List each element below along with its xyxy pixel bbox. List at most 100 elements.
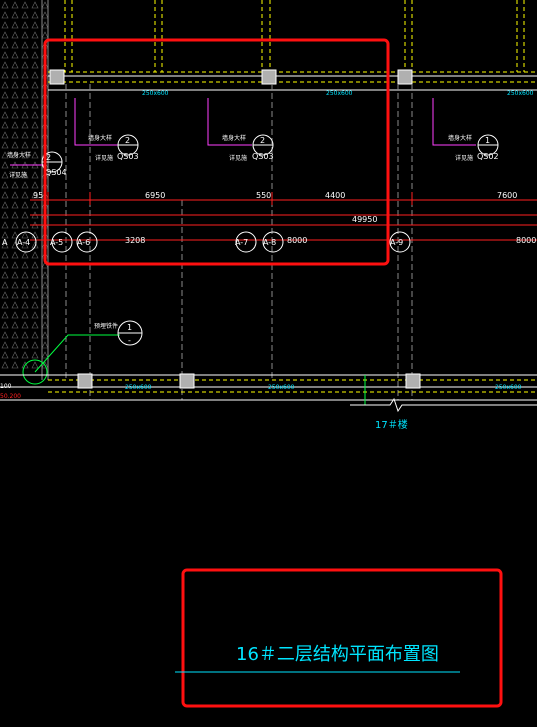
- hatch-mark: [21, 141, 29, 149]
- hatch-mark: [41, 281, 49, 289]
- hatch-mark: [11, 211, 19, 219]
- hatch-mark: [1, 41, 9, 49]
- callout-3-ref: QS02: [477, 152, 499, 161]
- hatch-mark: [31, 131, 39, 139]
- hatch-mark: [11, 201, 19, 209]
- hatch-mark: [21, 81, 29, 89]
- hatch-mark: [1, 101, 9, 109]
- hatch-mark: [21, 51, 29, 59]
- hatch-mark: [31, 1, 39, 9]
- beam-label-top-right: 250x600: [507, 90, 534, 97]
- hatch-mark: [1, 301, 9, 309]
- callout-4-note2: 详见施: [9, 171, 27, 179]
- hatch-mark: [11, 291, 19, 299]
- hatch-mark: [11, 1, 19, 9]
- callout-2-ref: QS03: [252, 152, 274, 161]
- beam-label-top-mid: 250x600: [326, 90, 353, 97]
- dim-8000-b: 8000: [516, 236, 536, 245]
- hatch-mark: [21, 351, 29, 359]
- hatch-mark: [11, 31, 19, 39]
- hatch-mark: [11, 311, 19, 319]
- dim-7600: 7600: [497, 191, 517, 200]
- hatch-mark: [1, 111, 9, 119]
- hatch-mark: [31, 121, 39, 129]
- hatch-mark: [1, 291, 9, 299]
- hatch-mark: [1, 81, 9, 89]
- hatch-mark: [21, 251, 29, 259]
- hatch-mark: [11, 61, 19, 69]
- dim-total: 49950: [352, 215, 377, 224]
- hatch-mark: [31, 141, 39, 149]
- hatch-mark: [21, 11, 29, 19]
- hatch-mark: [11, 91, 19, 99]
- hatch-mark: [1, 361, 9, 369]
- level-mark: 50.200: [0, 393, 21, 400]
- section-callout-1: 2 QS03 墙身大样 详见施: [88, 134, 139, 162]
- hatch-mark: [31, 301, 39, 309]
- callout-4-note1: 墙身大样: [7, 151, 31, 159]
- hatch-mark: [21, 31, 29, 39]
- callout-3-note2: 详见施: [455, 154, 473, 162]
- hatch-mark: [21, 301, 29, 309]
- hatch-mark: [31, 341, 39, 349]
- callout-2-note2: 详见施: [229, 154, 247, 162]
- beam-label-top-left: 250x600: [142, 90, 169, 97]
- cad-drawing-canvas[interactable]: 250x600 250x600 250x600 2 QS03 墙身大样 详见施 …: [0, 0, 537, 727]
- hatch-mark: [21, 341, 29, 349]
- hatch-mark: [41, 271, 49, 279]
- hatch-mark: [11, 101, 19, 109]
- hatch-mark: [31, 21, 39, 29]
- hatch-mark: [11, 281, 19, 289]
- hatch-mark: [1, 31, 9, 39]
- callout-1-note2: 详见施: [95, 154, 113, 162]
- hatch-mark: [31, 291, 39, 299]
- detail-callout-num: 1: [127, 323, 132, 332]
- hatch-mark: [11, 111, 19, 119]
- beam-label-bottom-left: 250x600: [125, 384, 152, 391]
- hatch-mark: [11, 361, 19, 369]
- hatch-mark: [21, 131, 29, 139]
- hatch-mark: [41, 301, 49, 309]
- hatch-mark: [11, 41, 19, 49]
- dimension-lines: [30, 192, 537, 241]
- hatch-mark: [1, 321, 9, 329]
- hatch-mark: [21, 211, 29, 219]
- hatch-mark: [31, 261, 39, 269]
- axis-a4: A-4: [17, 238, 30, 247]
- hatch-mark: [1, 21, 9, 29]
- hatch-mark: [11, 181, 19, 189]
- hatch-mark: [31, 41, 39, 49]
- callout-4-num: 2: [46, 153, 51, 162]
- hatch-mark: [11, 71, 19, 79]
- hatch-mark: [11, 141, 19, 149]
- hatch-mark: [31, 171, 39, 179]
- hatch-mark: [41, 341, 49, 349]
- hatch-mark: [1, 351, 9, 359]
- hatch-mark: [1, 251, 9, 259]
- hatch-mark: [31, 91, 39, 99]
- dim-6950: 6950: [145, 191, 165, 200]
- hatch-mark: [21, 271, 29, 279]
- hatch-mark: [1, 71, 9, 79]
- detail-callout-ref: -: [128, 336, 131, 345]
- detail-callout-note: 预埋铁件: [94, 322, 118, 330]
- hatch-mark: [41, 351, 49, 359]
- hatch-mark: [31, 61, 39, 69]
- hatch-mark: [1, 131, 9, 139]
- callout-4-ref: QS04: [45, 168, 67, 177]
- beam-label-bottom-mid: 250x600: [268, 384, 295, 391]
- hatch-mark: [21, 311, 29, 319]
- hatch-mark: [41, 311, 49, 319]
- hatch-mark: [31, 51, 39, 59]
- hatch-mark: [31, 101, 39, 109]
- beam-label-bottom-right: 250x600: [495, 384, 522, 391]
- hatch-mark: [31, 201, 39, 209]
- hatch-mark: [21, 181, 29, 189]
- hatch-mark: [21, 221, 29, 229]
- hatch-mark: [31, 71, 39, 79]
- hatch-mark: [11, 321, 19, 329]
- dim-550: 550: [256, 191, 271, 200]
- callout-3-note1: 墙身大样: [448, 134, 472, 142]
- axis-a9: A-9: [390, 238, 403, 247]
- callout-2-num: 2: [260, 136, 265, 145]
